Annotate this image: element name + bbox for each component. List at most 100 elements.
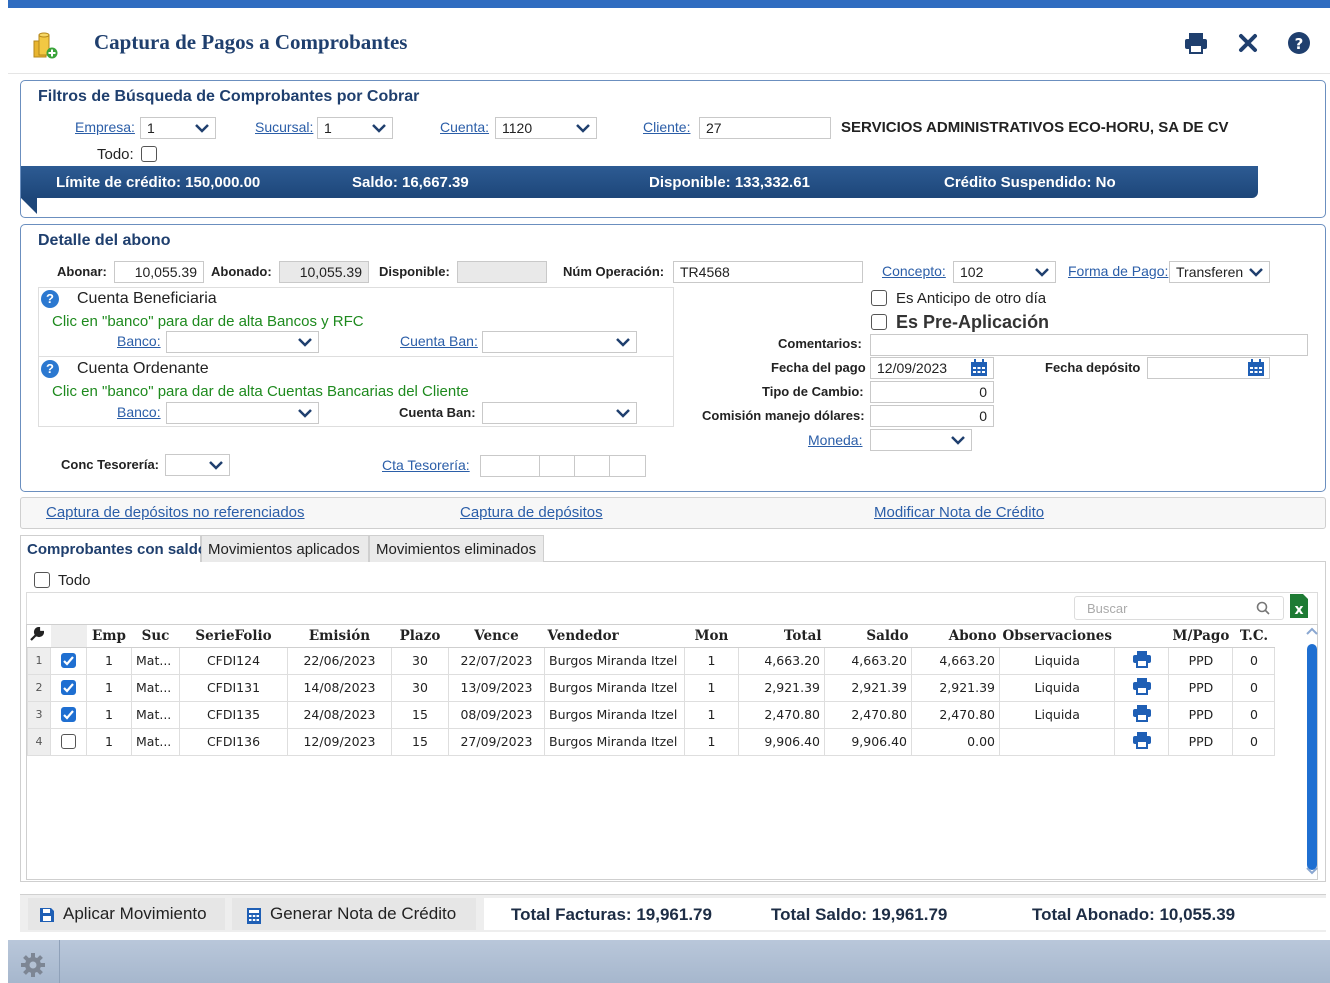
sucursal-link[interactable]: Sucursal: bbox=[255, 119, 313, 135]
col-total[interactable]: Total bbox=[738, 625, 825, 648]
grid-todo-checkbox[interactable] bbox=[34, 572, 50, 588]
comision-input[interactable]: 0 bbox=[870, 405, 994, 427]
search-icon[interactable] bbox=[1256, 601, 1270, 615]
print-icon[interactable] bbox=[1132, 650, 1152, 668]
no-referenciados-link[interactable]: Captura de depósitos no referenciados bbox=[46, 504, 305, 521]
concepto-select[interactable]: 102 bbox=[953, 261, 1056, 283]
cuenta-ban-beneficiaria-link[interactable]: Cuenta Ban: bbox=[400, 333, 478, 349]
comentarios-input[interactable] bbox=[870, 334, 1308, 356]
excel-export-icon[interactable]: x bbox=[1288, 592, 1310, 620]
cell-print[interactable] bbox=[1114, 700, 1170, 729]
calendar-icon[interactable] bbox=[970, 359, 988, 377]
cta-tesoreria-segment-4[interactable] bbox=[609, 455, 646, 477]
table-row[interactable]: 3 1 Mat... CFDI135 24/08/2023 15 08/09/2023 Bur… bbox=[27, 700, 1276, 729]
help-icon[interactable]: ? bbox=[41, 290, 59, 308]
cta-tesoreria-segment-3[interactable] bbox=[574, 455, 610, 477]
help-icon[interactable]: ? bbox=[41, 360, 59, 378]
aplicar-movimiento-button[interactable]: Aplicar Movimiento bbox=[28, 898, 225, 930]
tab-comprobantes-con-saldo[interactable]: Comprobantes con saldo bbox=[20, 535, 207, 562]
row-checkbox[interactable] bbox=[50, 646, 87, 675]
col-emision[interactable]: Emisión bbox=[287, 625, 392, 648]
row-checkbox[interactable] bbox=[50, 673, 87, 702]
num-operacion-input[interactable]: TR4568 bbox=[673, 261, 863, 283]
cuenta-ban-ordenante-select[interactable] bbox=[482, 402, 637, 424]
checked-checkbox-icon[interactable] bbox=[61, 680, 76, 695]
corner-marker-icon bbox=[21, 198, 37, 214]
checked-checkbox-icon[interactable] bbox=[61, 653, 76, 668]
depositos-link[interactable]: Captura de depósitos bbox=[460, 504, 603, 521]
col-mon[interactable]: Mon bbox=[684, 625, 739, 648]
banco-ordenante-link[interactable]: Banco: bbox=[117, 404, 161, 420]
tab-movimientos-eliminados[interactable]: Movimientos eliminados bbox=[369, 535, 544, 562]
anticipo-checkbox[interactable] bbox=[871, 290, 887, 306]
conc-tesoreria-select[interactable] bbox=[165, 454, 230, 476]
print-icon[interactable] bbox=[1183, 30, 1209, 56]
cliente-link[interactable]: Cliente: bbox=[643, 119, 690, 135]
tab-movimientos-aplicados[interactable]: Movimientos aplicados bbox=[201, 535, 369, 562]
cell-print[interactable] bbox=[1114, 673, 1170, 702]
cliente-name: SERVICIOS ADMINISTRATIVOS ECO-HORU, SA D… bbox=[841, 119, 1229, 136]
print-icon[interactable] bbox=[1132, 677, 1152, 695]
table-row[interactable]: 4 1 Mat... CFDI136 12/09/2023 15 27/09/2023 Bur… bbox=[27, 727, 1276, 756]
empresa-select[interactable]: 1 bbox=[140, 117, 216, 139]
close-icon[interactable] bbox=[1235, 30, 1261, 56]
row-checkbox[interactable] bbox=[50, 700, 87, 729]
forma-pago-select[interactable]: Transferen bbox=[1169, 261, 1270, 283]
cuenta-link[interactable]: Cuenta: bbox=[440, 119, 489, 135]
col-observaciones[interactable]: Observaciones bbox=[999, 625, 1115, 648]
calendar-icon[interactable] bbox=[1247, 359, 1265, 377]
table-row[interactable]: 2 1 Mat... CFDI131 14/08/2023 30 13/09/2023 Bur… bbox=[27, 673, 1276, 702]
cell-vendedor: Burgos Miranda Itzel bbox=[544, 727, 685, 756]
tipo-cambio-input[interactable]: 0 bbox=[870, 381, 994, 403]
col-plazo[interactable]: Plazo bbox=[391, 625, 449, 648]
abonar-input[interactable]: 10,055.39 bbox=[114, 261, 204, 283]
row-checkbox[interactable] bbox=[50, 727, 87, 756]
credito-suspendido-info: Crédito Suspendido: No bbox=[944, 174, 1116, 191]
forma-pago-link[interactable]: Forma de Pago: bbox=[1068, 263, 1168, 279]
cuenta-ban-beneficiaria-select[interactable] bbox=[482, 331, 637, 353]
total-saldo: Total Saldo: 19,961.79 bbox=[771, 905, 948, 924]
sucursal-select[interactable]: 1 bbox=[317, 117, 393, 139]
scroll-down-icon[interactable] bbox=[1306, 866, 1318, 876]
col-mpago[interactable]: M/Pago bbox=[1168, 625, 1233, 648]
col-seriefolio[interactable]: SerieFolio bbox=[179, 625, 288, 648]
table-row[interactable]: 1 1 Mat... CFDI124 22/06/2023 30 22/07/2023 Bur… bbox=[27, 646, 1276, 675]
comprobantes-grid: Emp Suc SerieFolio Emisión Plazo Vence V… bbox=[26, 624, 1318, 880]
banco-ordenante-select[interactable] bbox=[166, 402, 319, 424]
cuenta-select[interactable]: 1120 bbox=[495, 117, 597, 139]
todo-checkbox[interactable] bbox=[141, 146, 157, 162]
chevron-down-icon bbox=[209, 461, 223, 470]
grid-scrollbar[interactable] bbox=[1306, 640, 1318, 876]
help-icon[interactable]: ? bbox=[1286, 30, 1312, 56]
cell-print[interactable] bbox=[1114, 727, 1170, 756]
empresa-link[interactable]: Empresa: bbox=[75, 119, 135, 135]
generar-nota-credito-button[interactable]: Generar Nota de Crédito bbox=[232, 898, 476, 930]
banco-beneficiaria-link[interactable]: Banco: bbox=[117, 333, 161, 349]
col-suc[interactable]: Suc bbox=[131, 625, 180, 648]
wrench-icon[interactable] bbox=[27, 625, 51, 648]
col-vendedor[interactable]: Vendedor bbox=[544, 625, 685, 648]
checked-checkbox-icon[interactable] bbox=[61, 707, 76, 722]
col-tc[interactable]: T.C. bbox=[1232, 625, 1275, 648]
search-input[interactable]: Buscar bbox=[1074, 596, 1284, 620]
cta-tesoreria-link[interactable]: Cta Tesorería: bbox=[382, 457, 470, 473]
moneda-link[interactable]: Moneda: bbox=[808, 432, 862, 448]
print-icon[interactable] bbox=[1132, 731, 1152, 749]
cta-tesoreria-segment-1[interactable] bbox=[480, 455, 540, 477]
preaplicacion-checkbox[interactable] bbox=[871, 314, 887, 330]
col-abono[interactable]: Abono bbox=[911, 625, 1000, 648]
print-icon[interactable] bbox=[1132, 704, 1152, 722]
scroll-up-icon[interactable] bbox=[1306, 626, 1318, 636]
unchecked-checkbox-icon[interactable] bbox=[61, 734, 76, 749]
col-vence[interactable]: Vence bbox=[448, 625, 545, 648]
banco-beneficiaria-select[interactable] bbox=[166, 331, 319, 353]
cliente-input[interactable]: 27 bbox=[699, 117, 831, 139]
col-saldo[interactable]: Saldo bbox=[824, 625, 912, 648]
nota-credito-link[interactable]: Modificar Nota de Crédito bbox=[874, 504, 1044, 521]
cell-print[interactable] bbox=[1114, 646, 1170, 675]
moneda-select[interactable] bbox=[870, 429, 972, 451]
gear-icon[interactable] bbox=[20, 952, 46, 978]
cta-tesoreria-segment-2[interactable] bbox=[539, 455, 575, 477]
concepto-link[interactable]: Concepto: bbox=[882, 263, 946, 279]
col-emp[interactable]: Emp bbox=[86, 625, 132, 648]
